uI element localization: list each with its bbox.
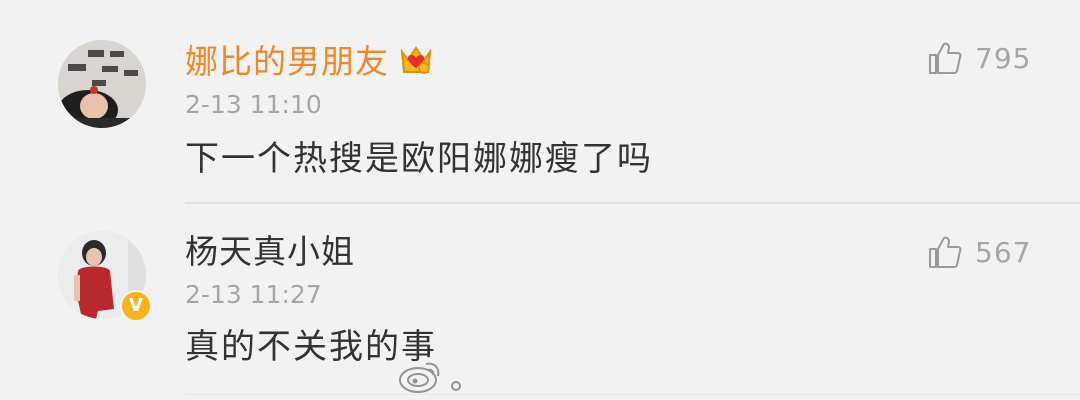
username[interactable]: 娜比的男朋友	[185, 42, 389, 82]
timestamp: 2-13 11:10	[185, 90, 322, 119]
verified-badge: V	[120, 290, 152, 322]
like-count: 795	[975, 41, 1032, 75]
comment-text: 下一个热搜是欧阳娜娜瘦了吗	[185, 139, 653, 179]
comment-item: V 杨天真小姐 2-13 11:27 真的不关我的事 567	[0, 204, 1080, 400]
comment-item: 娜比的男朋友 2-13 11:10 下一个热搜是欧阳娜娜瘦了吗 795	[0, 0, 1080, 203]
username[interactable]: 杨天真小姐	[185, 232, 355, 272]
weibo-watermark-icon	[399, 362, 461, 393]
avatar[interactable]	[58, 40, 146, 128]
like-count: 567	[975, 235, 1032, 269]
crown-icon	[400, 46, 432, 74]
thumbs-up-icon	[929, 236, 962, 268]
timestamp: 2-13 11:27	[185, 280, 322, 309]
thumbs-up-icon	[929, 42, 962, 74]
divider	[185, 394, 1080, 395]
like-button[interactable]: 795	[927, 38, 1031, 78]
like-button[interactable]: 567	[927, 232, 1031, 272]
